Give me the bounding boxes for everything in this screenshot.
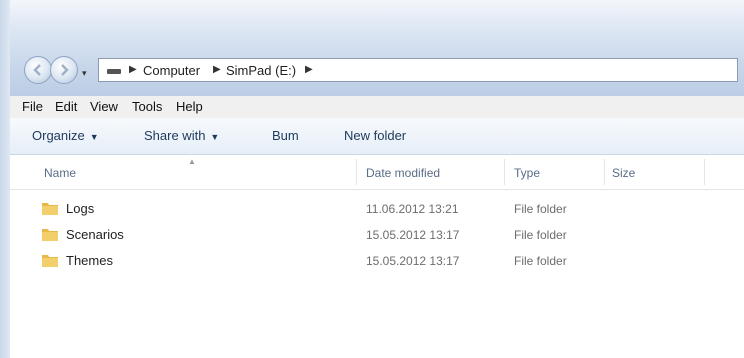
file-row[interactable]: Themes 15.05.2012 13:17 File folder	[10, 249, 744, 273]
organize-button[interactable]: Organize ▼	[32, 128, 99, 143]
breadcrumb-arrow-icon[interactable]: ▶	[213, 64, 221, 75]
breadcrumb-computer[interactable]: Computer	[143, 63, 200, 78]
file-type: File folder	[514, 254, 567, 268]
file-name: Themes	[66, 253, 113, 268]
file-date-modified: 15.05.2012 13:17	[366, 228, 460, 242]
share-with-label: Share with	[144, 128, 206, 143]
file-row[interactable]: Scenarios 15.05.2012 13:17 File folder	[10, 223, 744, 247]
menu-edit[interactable]: Edit	[55, 99, 77, 114]
column-header-type[interactable]: Type	[514, 166, 540, 180]
address-bar[interactable]: ▶ Computer ▶ SimPad (E:) ▶	[98, 58, 738, 82]
file-type: File folder	[514, 202, 567, 216]
folder-icon	[42, 203, 58, 215]
file-list: ▲ Name Date modified Type Size Logs 11.0…	[10, 155, 744, 358]
organize-label: Organize	[32, 128, 85, 143]
file-name: Logs	[66, 201, 95, 216]
column-divider[interactable]	[704, 159, 705, 185]
column-divider[interactable]	[356, 159, 357, 185]
sort-indicator-icon: ▲	[188, 157, 196, 166]
column-header-size[interactable]: Size	[612, 166, 635, 180]
arrow-left-icon	[33, 64, 41, 76]
menu-file[interactable]: File	[22, 99, 43, 114]
column-divider[interactable]	[504, 159, 505, 185]
folder-icon	[42, 229, 58, 241]
column-header-name[interactable]: Name	[44, 166, 76, 180]
file-name: Scenarios	[66, 227, 124, 242]
back-button[interactable]	[24, 56, 52, 84]
column-header-row: ▲ Name Date modified Type Size	[10, 155, 744, 190]
burn-button[interactable]: Bum	[272, 128, 299, 143]
file-date-modified: 11.06.2012 13:21	[366, 202, 459, 216]
drive-icon	[107, 69, 121, 74]
folder-icon	[42, 255, 58, 267]
menu-view[interactable]: View	[90, 99, 118, 114]
arrow-right-icon	[61, 64, 69, 76]
file-date-modified: 15.05.2012 13:17	[366, 254, 460, 268]
window-left-border	[0, 0, 10, 358]
file-row[interactable]: Logs 11.06.2012 13:21 File folder	[10, 197, 744, 221]
command-toolbar: Organize ▼ Share with ▼ Bum New folder	[10, 118, 744, 155]
share-with-button[interactable]: Share with ▼	[144, 128, 219, 143]
breadcrumb-simpad[interactable]: SimPad (E:)	[226, 63, 296, 78]
breadcrumb-arrow-icon[interactable]: ▶	[305, 64, 313, 75]
column-header-date-modified[interactable]: Date modified	[366, 166, 440, 180]
explorer-window: ▾ ▶ Computer ▶ SimPad (E:) ▶ File Edit V…	[0, 0, 744, 358]
recent-pages-dropdown[interactable]: ▾	[82, 68, 87, 79]
breadcrumb-arrow-icon[interactable]: ▶	[129, 64, 137, 75]
menu-help[interactable]: Help	[176, 99, 203, 114]
chevron-down-icon: ▼	[89, 132, 99, 142]
navigation-bar: ▾ ▶ Computer ▶ SimPad (E:) ▶	[10, 50, 744, 92]
new-folder-button[interactable]: New folder	[344, 128, 406, 143]
file-type: File folder	[514, 228, 567, 242]
menu-bar: File Edit View Tools Help	[10, 96, 744, 119]
chevron-down-icon: ▼	[210, 132, 220, 142]
menu-tools[interactable]: Tools	[132, 99, 162, 114]
column-divider[interactable]	[604, 159, 605, 185]
forward-button[interactable]	[50, 56, 78, 84]
